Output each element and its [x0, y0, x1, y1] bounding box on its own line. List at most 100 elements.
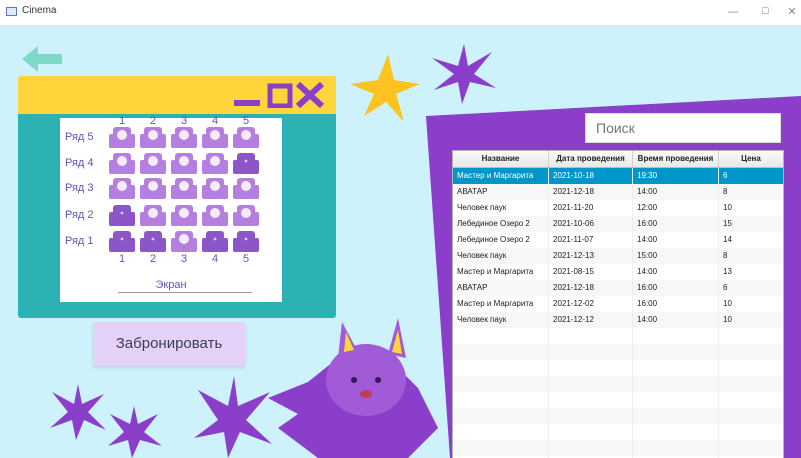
- row-label: Ряд 4: [65, 157, 94, 169]
- seat-taken-icon[interactable]: [109, 204, 135, 228]
- table-cell: Мастер и Маргарита: [453, 296, 549, 312]
- seat-free-icon[interactable]: [202, 177, 228, 201]
- window-title: Cinema: [22, 5, 57, 16]
- book-button[interactable]: Забронировать: [93, 322, 245, 366]
- row-label: Ряд 3: [65, 182, 94, 194]
- events-table: Название Дата проведения Время проведени…: [452, 150, 784, 458]
- table-cell: 14:00: [633, 312, 719, 328]
- table-row[interactable]: Лебединое Озеро 2 2021-10-06 16:00 15: [453, 216, 783, 232]
- purple-star-icon: [432, 44, 496, 104]
- close-button[interactable]: ✕: [783, 4, 801, 20]
- seat-free-icon[interactable]: [109, 177, 135, 201]
- seat-map: Экран 1 1 2 2 3 3 4 4 5 5 Ряд 5 Ряд 4 Ряд 3 Ряд 2 Ряд …: [60, 115, 282, 302]
- panel-header: [18, 76, 336, 114]
- title-bar: Cinema — ☐ ✕: [0, 0, 801, 26]
- table-cell: 15: [723, 219, 732, 228]
- row-label: Ряд 5: [65, 131, 94, 143]
- table-row[interactable]: Человек паук 2021-12-13 15:00 8: [453, 248, 783, 264]
- search-input[interactable]: [585, 113, 781, 143]
- seat-free-icon[interactable]: [171, 177, 197, 201]
- column-number: 3: [180, 253, 188, 265]
- column-number: 1: [118, 253, 126, 265]
- seat-taken-icon[interactable]: [109, 230, 135, 254]
- column-header-date[interactable]: Дата проведения: [549, 151, 633, 167]
- table-cell: 16:00: [633, 280, 719, 296]
- table-cell: 19:30: [633, 168, 719, 184]
- table-cell: 8: [723, 187, 728, 196]
- table-row[interactable]: Мастер и Маргарита 2021-12-02 16:00 10: [453, 296, 783, 312]
- table-cell: Лебединое Озеро 2: [453, 232, 549, 248]
- column-header-time[interactable]: Время проведения: [633, 151, 719, 167]
- minimize-button[interactable]: —: [724, 4, 742, 20]
- table-row[interactable]: Лебединое Озеро 2 2021-11-07 14:00 14: [453, 232, 783, 248]
- seat-free-icon[interactable]: [140, 177, 166, 201]
- table-cell: 2021-10-06: [549, 216, 633, 232]
- table-cell: 10: [723, 315, 732, 324]
- table-cell: Мастер и Маргарита: [453, 264, 549, 280]
- table-cell: 13: [723, 267, 732, 276]
- table-cell: 10: [723, 203, 732, 212]
- table-cell: АВАТАР: [453, 184, 549, 200]
- yellow-star-icon: [350, 54, 420, 122]
- seat-free-icon[interactable]: [202, 126, 228, 150]
- table-cell: Человек паук: [453, 248, 549, 264]
- table-row-empty: [453, 424, 783, 440]
- seat-taken-icon[interactable]: [202, 230, 228, 254]
- purple-star-icon: [108, 406, 162, 458]
- table-row[interactable]: Мастер и Маргарита 2021-08-15 14:00 13: [453, 264, 783, 280]
- seat-free-icon[interactable]: [140, 126, 166, 150]
- seat-free-icon[interactable]: [202, 204, 228, 228]
- table-cell: 6: [723, 283, 728, 292]
- back-arrow-icon[interactable]: [22, 44, 64, 74]
- seat-taken-icon[interactable]: [233, 152, 259, 176]
- screen-line: [118, 292, 252, 293]
- table-row-empty: [453, 344, 783, 360]
- row-label: Ряд 2: [65, 209, 94, 221]
- table-cell: 2021-12-13: [549, 248, 633, 264]
- screen-label: Экран: [155, 279, 187, 291]
- table-row[interactable]: АВАТАР 2021-12-18 16:00 6: [453, 280, 783, 296]
- seat-free-icon[interactable]: [140, 204, 166, 228]
- seat-free-icon[interactable]: [171, 152, 197, 176]
- seat-free-icon[interactable]: [109, 152, 135, 176]
- seat-free-icon[interactable]: [171, 126, 197, 150]
- table-cell: 10: [723, 299, 732, 308]
- seat-free-icon[interactable]: [109, 126, 135, 150]
- main-content: Экран 1 1 2 2 3 3 4 4 5 5 Ряд 5 Ряд 4 Ряд 3 Ряд 2 Ряд …: [0, 26, 801, 458]
- seat-free-icon[interactable]: [233, 204, 259, 228]
- bat-illustration: [268, 318, 438, 458]
- maximize-button[interactable]: ☐: [756, 4, 774, 20]
- table-cell: 14:00: [633, 232, 719, 248]
- row-label: Ряд 1: [65, 235, 94, 247]
- table-header: Название Дата проведения Время проведени…: [453, 151, 783, 168]
- seat-free-icon[interactable]: [233, 177, 259, 201]
- purple-star-icon: [50, 384, 106, 440]
- table-row[interactable]: Человек паук 2021-12-12 14:00 10: [453, 312, 783, 328]
- table-cell: АВАТАР: [453, 280, 549, 296]
- table-row[interactable]: Человек паук 2021-11-20 12:00 10: [453, 200, 783, 216]
- table-cell: Человек паук: [453, 312, 549, 328]
- column-number: 2: [149, 253, 157, 265]
- table-row-empty: [453, 440, 783, 456]
- column-header-price[interactable]: Цена: [719, 151, 783, 167]
- seat-free-icon[interactable]: [202, 152, 228, 176]
- table-row-empty: [453, 408, 783, 424]
- table-cell: 16:00: [633, 296, 719, 312]
- table-row[interactable]: Мастер и Маргарита 2021-10-18 19:30 6: [453, 168, 783, 184]
- column-header-name[interactable]: Название: [453, 151, 549, 167]
- table-cell: 2021-12-18: [549, 184, 633, 200]
- app-icon: [6, 7, 17, 16]
- seat-free-icon[interactable]: [140, 152, 166, 176]
- seat-free-icon[interactable]: [233, 126, 259, 150]
- seat-free-icon[interactable]: [171, 204, 197, 228]
- seat-taken-icon[interactable]: [140, 230, 166, 254]
- table-row-empty: [453, 360, 783, 376]
- table-row[interactable]: АВАТАР 2021-12-18 14:00 8: [453, 184, 783, 200]
- table-cell: 2021-12-02: [549, 296, 633, 312]
- table-cell: 14: [723, 235, 732, 244]
- table-cell: 2021-08-15: [549, 264, 633, 280]
- table-cell: 15:00: [633, 248, 719, 264]
- seat-taken-icon[interactable]: [233, 230, 259, 254]
- table-cell: 2021-10-18: [549, 168, 633, 184]
- seat-free-icon[interactable]: [171, 230, 197, 254]
